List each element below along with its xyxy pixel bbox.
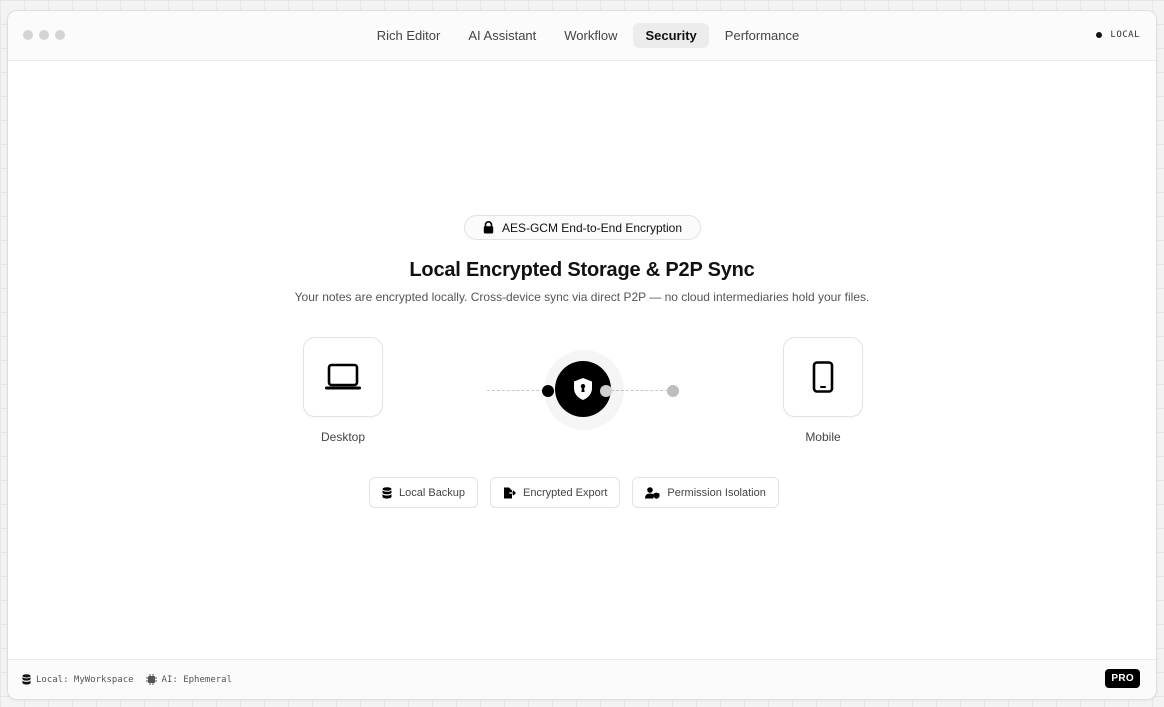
permission-isolation-label: Permission Isolation — [667, 486, 766, 499]
tab-bar: Rich Editor AI Assistant Workflow Securi… — [8, 23, 1156, 48]
laptop-icon — [325, 363, 361, 390]
connection-line-left — [487, 390, 549, 391]
encrypted-export-button[interactable]: Encrypted Export — [490, 477, 621, 508]
desktop-device-card — [303, 337, 383, 417]
title-bar: Rich Editor AI Assistant Workflow Securi… — [8, 11, 1156, 61]
status-dot-icon — [1096, 32, 1103, 38]
tab-ai-assistant[interactable]: AI Assistant — [456, 23, 548, 48]
user-shield-icon — [645, 486, 660, 499]
tab-workflow[interactable]: Workflow — [552, 23, 629, 48]
mobile-device-card — [783, 337, 863, 417]
encryption-badge: AES-GCM End-to-End Encryption — [464, 215, 701, 240]
tab-security[interactable]: Security — [633, 23, 709, 48]
lock-icon — [483, 221, 494, 234]
smartphone-icon — [812, 361, 834, 393]
tab-rich-editor[interactable]: Rich Editor — [365, 23, 453, 48]
database-icon — [22, 674, 31, 685]
status-label: LOCAL — [1110, 30, 1140, 40]
ai-mode-label: AI: Ephemeral — [161, 674, 232, 685]
database-icon — [382, 486, 392, 499]
local-backup-label: Local Backup — [399, 486, 466, 499]
ai-status: AI: Ephemeral — [145, 674, 232, 685]
feature-list: Local Backup Encrypted Export Permission… — [369, 477, 779, 508]
app-window: Rich Editor AI Assistant Workflow Securi… — [7, 10, 1157, 700]
encryption-badge-label: AES-GCM End-to-End Encryption — [501, 220, 683, 235]
encrypted-export-label: Encrypted Export — [523, 486, 608, 499]
local-status: LOCAL — [1096, 30, 1140, 40]
page-subtitle: Your notes are encrypted locally. Cross-… — [294, 290, 870, 304]
security-panel: AES-GCM End-to-End Encryption Local Encr… — [8, 61, 1156, 661]
pro-badge: PRO — [1105, 669, 1140, 688]
connection-node-right — [667, 385, 679, 397]
connection-node-mid — [600, 385, 612, 397]
tab-performance[interactable]: Performance — [713, 23, 811, 48]
status-bar: Local: MyWorkspace AI: Ephemeral PRO — [8, 659, 1156, 699]
shield-icon — [574, 378, 592, 400]
permission-isolation-button[interactable]: Permission Isolation — [632, 477, 779, 508]
workspace-label: Local: MyWorkspace — [36, 674, 134, 685]
file-export-icon — [504, 487, 517, 498]
desktop-label: Desktop — [320, 430, 366, 444]
local-backup-button[interactable]: Local Backup — [369, 477, 479, 508]
cpu-icon — [145, 674, 157, 685]
workspace-status: Local: MyWorkspace — [22, 674, 134, 685]
page-title: Local Encrypted Storage & P2P Sync — [409, 259, 755, 281]
status-bar-info: Local: MyWorkspace AI: Ephemeral — [22, 674, 232, 685]
mobile-label: Mobile — [805, 430, 841, 444]
